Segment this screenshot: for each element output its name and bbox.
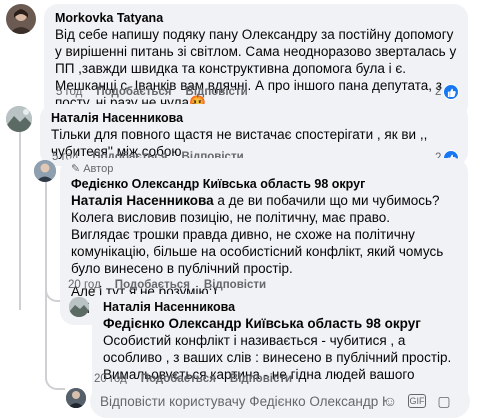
reactions-count[interactable]: 2	[435, 84, 460, 100]
reply-button[interactable]: Відповісти	[204, 279, 266, 291]
comment-author[interactable]: Morkovka Tatyana	[55, 10, 457, 26]
avatar[interactable]	[6, 4, 36, 34]
pen-icon: ✎	[71, 163, 81, 175]
mention-link[interactable]: Наталія Насенникова	[71, 193, 214, 208]
comment-paragraph: Колега висловив позицію, не політичну, м…	[71, 210, 444, 276]
avatar[interactable]	[34, 160, 56, 182]
like-button[interactable]: Подобається	[96, 86, 171, 98]
comment-text: Від себе напишу подяку пану Олександру з…	[55, 27, 457, 110]
gif-icon[interactable]: GIF	[408, 394, 426, 408]
mention-followup: а де ви побачили що ми чубимось?	[213, 193, 440, 208]
comment-actions: 20 год Подобається Відповісти	[68, 279, 266, 291]
reaction-number: 2	[435, 86, 442, 98]
emoji-icon[interactable]: ☺	[382, 393, 398, 409]
avatar[interactable]	[6, 106, 32, 132]
like-button[interactable]: Подобається	[115, 279, 190, 291]
thread-line-nested	[45, 180, 47, 380]
comment-time[interactable]: 5 год	[56, 86, 82, 98]
sticker-icon[interactable]: ▢	[436, 393, 452, 409]
badge-label: Автор	[83, 163, 114, 175]
thread-connector-reply	[45, 378, 65, 390]
current-user-avatar[interactable]	[66, 388, 86, 408]
like-icon	[443, 84, 460, 100]
input-tools: ☺ GIF ▢	[382, 393, 452, 410]
comment-author[interactable]: Федієнко Олександр Київська область 98 о…	[71, 176, 457, 192]
mention-link[interactable]: Федієнко Олександр Київська область 98 о…	[103, 316, 421, 331]
avatar[interactable]	[69, 297, 89, 317]
comment-time[interactable]: 20 год	[68, 279, 101, 291]
comment-author[interactable]: Наталія Насенникова	[103, 299, 457, 315]
comment-actions: 5 год Подобається Відповісти	[56, 86, 248, 98]
reply-placeholder: Відповісти користувачу Федієнко Олександ…	[100, 393, 386, 409]
comment-bubble: Morkovka Tatyana Від себе напишу подяку …	[44, 4, 468, 119]
reply-button[interactable]: Відповісти	[186, 86, 248, 98]
comment-author[interactable]: Наталія Насенникова	[51, 110, 457, 126]
author-badge: ✎ Автор	[71, 162, 457, 176]
thread-line-main	[19, 130, 21, 310]
comment-text: Наталія Насенникова а де ви побачили що …	[71, 192, 457, 209]
